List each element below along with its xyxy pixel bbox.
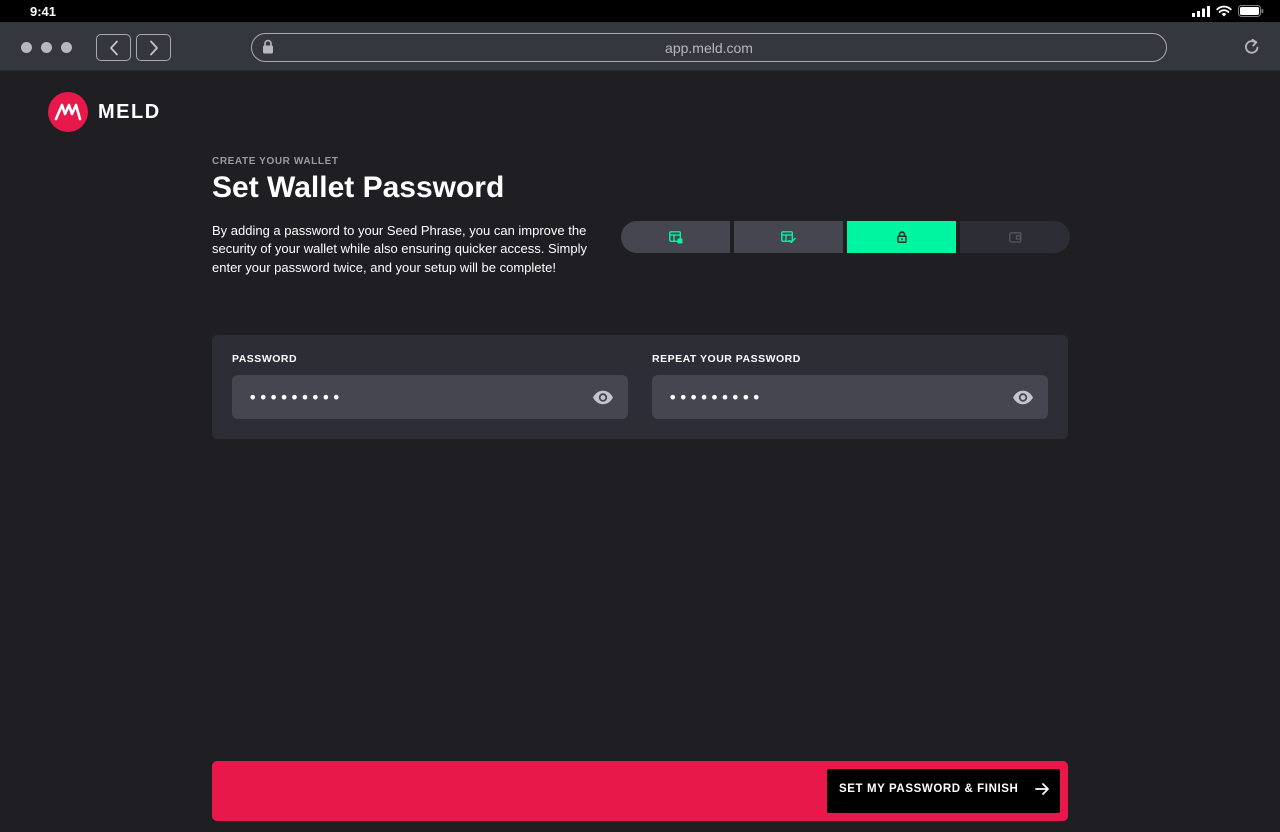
- status-icons: [1192, 5, 1264, 17]
- url-text: app.meld.com: [665, 39, 753, 56]
- lock-icon: [896, 231, 907, 243]
- page-title: Set Wallet Password: [212, 171, 505, 204]
- browser-toolbar: app.meld.com: [0, 22, 1280, 71]
- brand-name: MELD: [98, 100, 161, 123]
- password-label: PASSWORD: [232, 353, 298, 365]
- wifi-icon: [1216, 5, 1232, 17]
- password-field[interactable]: [232, 375, 628, 419]
- eye-icon[interactable]: [592, 390, 614, 405]
- step-set-password[interactable]: [847, 221, 956, 253]
- status-time: 9:41: [30, 3, 57, 19]
- window-dot[interactable]: [61, 42, 72, 53]
- wallet-icon: [1008, 231, 1021, 243]
- page-description: By adding a password to your Seed Phrase…: [212, 223, 587, 275]
- table-check-icon: [781, 230, 796, 243]
- password-form: PASSWORD REPEAT YOUR PASSWORD: [212, 335, 1068, 439]
- window-dot[interactable]: [21, 42, 32, 53]
- reload-icon[interactable]: [1243, 38, 1261, 56]
- finish-button-label: SET MY PASSWORD & FINISH: [839, 783, 1019, 795]
- seed-table-icon: [668, 230, 682, 243]
- address-bar[interactable]: app.meld.com: [251, 33, 1167, 62]
- step-seed-phrase[interactable]: [621, 221, 730, 253]
- page-eyebrow: CREATE YOUR WALLET: [212, 156, 339, 167]
- battery-icon: [1238, 5, 1264, 17]
- lock-icon: [263, 39, 273, 54]
- window-dots: [21, 42, 72, 53]
- chevron-left-icon: [109, 40, 118, 55]
- window-dot[interactable]: [41, 42, 52, 53]
- arrow-right-icon: [1035, 783, 1049, 795]
- back-button[interactable]: [96, 34, 131, 61]
- progress-stepper: [621, 221, 1071, 253]
- footer-action-bar: SET MY PASSWORD & FINISH: [212, 761, 1068, 821]
- cellular-signal-icon: [1192, 5, 1210, 17]
- repeat-password-input[interactable]: [668, 387, 968, 407]
- step-wallet[interactable]: [960, 221, 1070, 253]
- eye-icon[interactable]: [1012, 390, 1034, 405]
- repeat-password-label: REPEAT YOUR PASSWORD: [652, 353, 801, 365]
- repeat-password-field[interactable]: [652, 375, 1048, 419]
- password-input[interactable]: [248, 387, 548, 407]
- meld-logo[interactable]: MELD: [48, 92, 161, 132]
- status-bar: 9:41: [0, 0, 1280, 22]
- chevron-right-icon: [149, 40, 158, 55]
- forward-button[interactable]: [136, 34, 171, 61]
- set-password-finish-button[interactable]: SET MY PASSWORD & FINISH: [827, 769, 1060, 813]
- meld-logo-mark-icon: [48, 92, 88, 132]
- step-verify-phrase[interactable]: [734, 221, 843, 253]
